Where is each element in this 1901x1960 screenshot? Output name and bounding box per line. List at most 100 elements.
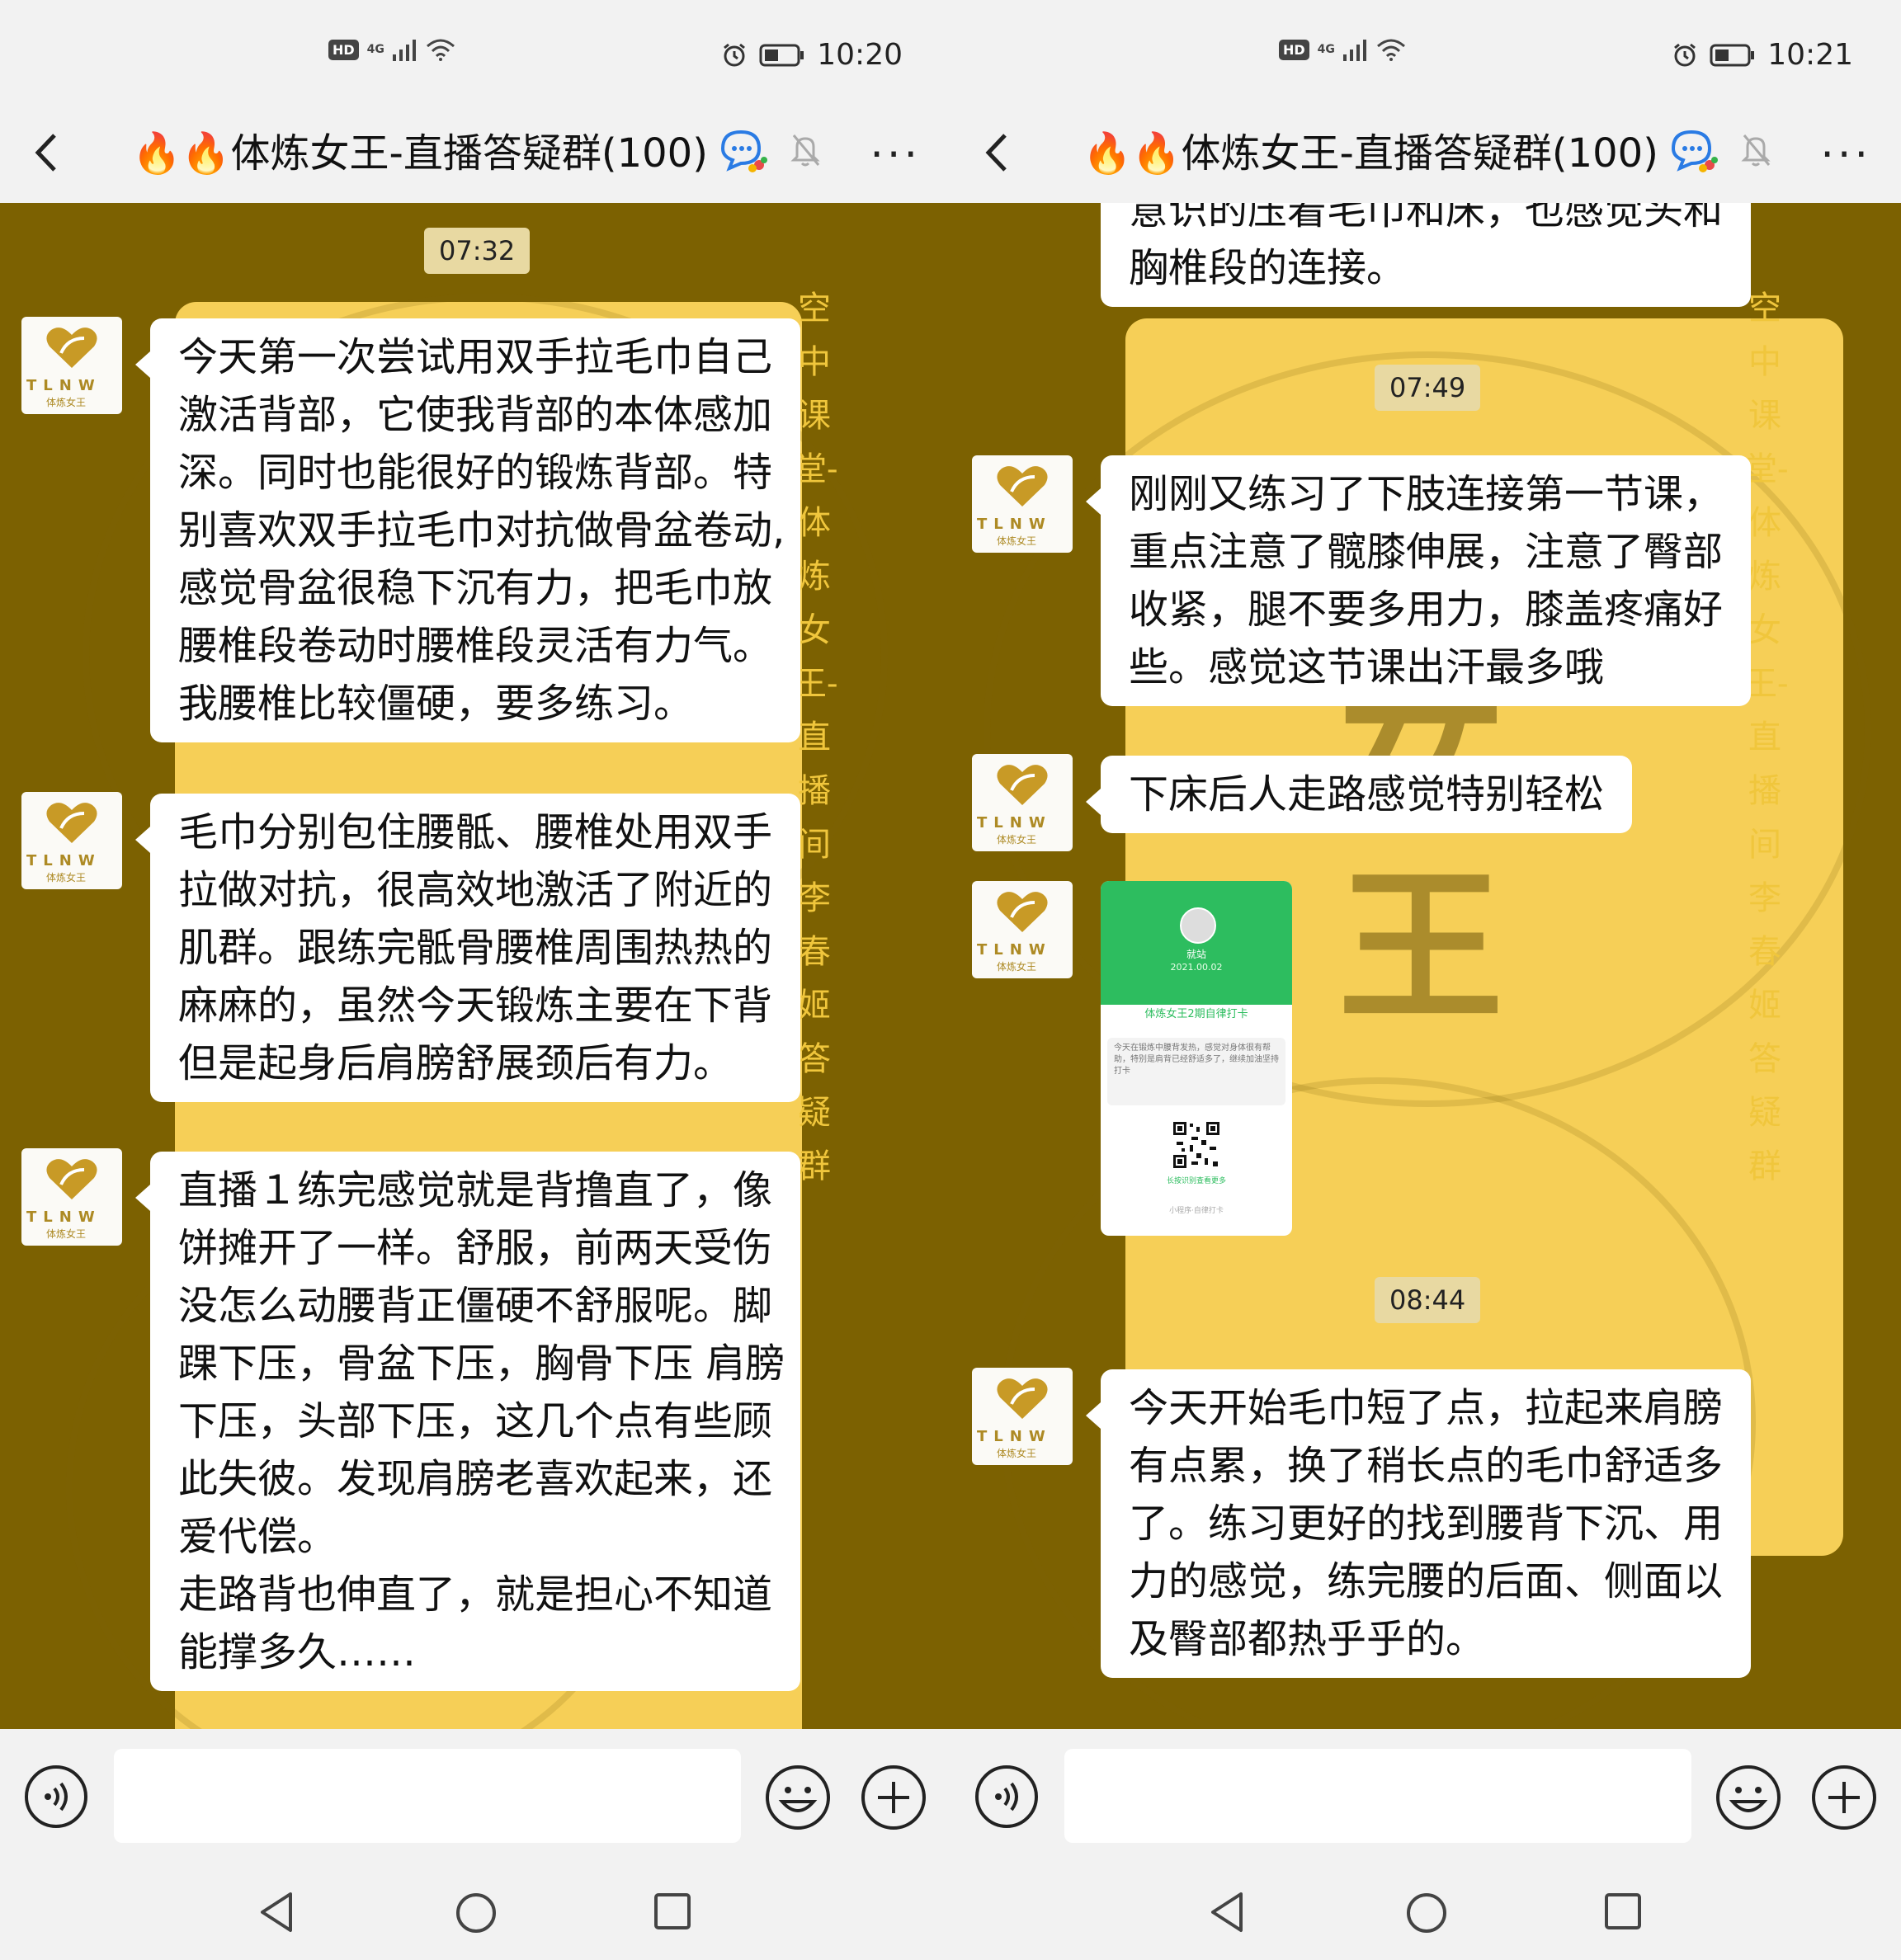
network-label: 4G (366, 43, 384, 56)
message-input[interactable] (114, 1749, 741, 1843)
message-bubble[interactable]: 直播１练完感觉就是背撸直了，像 饼摊开了一样。舒服，前两天受伤 没怎么动腰背正僵… (135, 1152, 800, 1691)
card-scan-text: 长按识别查看更多 (1166, 1177, 1226, 1185)
card-footer: 小程序·自律打卡 (1169, 1207, 1224, 1215)
message-line: 我腰椎比较僵硬，要多练习。 (178, 681, 694, 727)
avatar[interactable]: TLNW 体炼女王 (21, 1148, 122, 1246)
emoji-icon[interactable] (1715, 1764, 1782, 1831)
chat-message-area[interactable]: 炼 女 王 空中课堂-体炼女王-直播间李春姬答疑群 意识的压着毛巾和床，也感觉头… (950, 203, 1901, 1729)
message-line: 能撑多久…… (178, 1629, 417, 1675)
avatar-subtitle: 体炼女王 (997, 535, 1037, 547)
card-title: 体炼女王2期自律打卡 (1144, 1008, 1248, 1020)
message-line: 力的感觉，练完腰的后面、侧面以 (1129, 1558, 1724, 1604)
card-header: 就站 2021.00.02 (1101, 881, 1292, 1005)
voice-icon[interactable] (974, 1764, 1040, 1830)
wifi-icon (1376, 39, 1405, 61)
message-line: 有点累，换了稍长点的毛巾舒适多 (1129, 1443, 1724, 1489)
message-line: 胸椎段的连接。 (1129, 245, 1407, 291)
heart-logo-icon (46, 327, 97, 368)
chat-screen-right: HD 4G 10:21 🔥🔥体炼女王-直播答疑群(100) ··· 女 王 空中… (950, 0, 1901, 1960)
nav-back-icon[interactable] (256, 1889, 297, 1935)
system-nav-bar (950, 1864, 1901, 1960)
chevron-left-icon[interactable] (30, 124, 63, 181)
avatar-letters: TLNW (26, 852, 101, 869)
avatar-subtitle: 体炼女王 (997, 961, 1037, 973)
message-line: 没怎么动腰背正僵硬不舒服呢。脚 (178, 1283, 773, 1329)
card-profile-photo (1180, 907, 1216, 944)
nav-home-icon[interactable] (454, 1891, 498, 1935)
message-line: 感觉骨盆很稳下沉有力，把毛巾放 (178, 565, 773, 611)
bell-muted-icon (790, 134, 820, 167)
hd-badge: HD (328, 39, 359, 60)
avatar-subtitle: 体炼女王 (997, 1448, 1037, 1459)
nav-back-icon[interactable] (1206, 1889, 1248, 1935)
signal-icon (1342, 40, 1366, 61)
plus-icon[interactable] (1810, 1764, 1878, 1831)
network-label: 4G (1317, 43, 1335, 56)
message-line: 走路背也伸直了，就是担心不知道 (178, 1571, 773, 1618)
message-line: 麻麻的，虽然今天锻炼主要在下背 (178, 982, 773, 1029)
message-input-bar (0, 1729, 950, 1864)
message-line: 拉做对抗，很高效地激活了附近的 (178, 867, 773, 913)
avatar-subtitle: 体炼女王 (46, 872, 87, 883)
message-line: 毛巾分别包住腰骶、腰椎处用双手 (178, 809, 773, 855)
chat-title-bar: 🔥🔥体炼女王-直播答疑群(100) ··· (0, 107, 950, 203)
message-bubble[interactable]: 今天开始毛巾短了点，拉起来肩膀 有点累，换了稍长点的毛巾舒适多 了。练习更好的找… (1086, 1369, 1751, 1678)
heart-logo-icon (997, 466, 1048, 506)
wifi-icon (426, 39, 455, 61)
message-line: 此失彼。发现肩膀老喜欢起来，还 (178, 1456, 773, 1502)
message-line: 腰椎段卷动时腰椎段灵活有力气。 (178, 623, 773, 669)
message-line: 饼摊开了一样。舒服，前两天受伤 (178, 1225, 773, 1271)
card-username: 就站 (1186, 949, 1206, 960)
nav-home-icon[interactable] (1404, 1891, 1449, 1935)
chevron-left-icon[interactable] (980, 124, 1013, 181)
avatar-letters: TLNW (977, 941, 1052, 959)
more-dots-icon[interactable]: ··· (870, 130, 921, 180)
chat-title[interactable]: 🔥🔥体炼女王-直播答疑群(100) (1083, 120, 1658, 178)
avatar[interactable]: TLNW 体炼女王 (972, 1368, 1073, 1465)
status-bar: HD 4G 10:21 (950, 0, 1901, 107)
nav-recent-icon[interactable] (652, 1891, 693, 1932)
emoji-icon[interactable] (764, 1764, 832, 1831)
message-input[interactable] (1064, 1749, 1691, 1843)
chat-group-icon (1671, 130, 1718, 172)
message-line: 激活背部，它使我背部的本体感加 (178, 392, 773, 438)
screenshot-root: HD 4G 10:20 🔥🔥体炼女王-直播答疑群(100) ··· 空中课堂-体… (0, 0, 1901, 1960)
message-line: 下床后人走路感觉特别轻松 (1129, 771, 1605, 817)
alarm-icon (724, 43, 746, 66)
message-line: 肌群。跟练完骶骨腰椎周围热热的 (178, 925, 773, 971)
checkin-card-image[interactable]: 就站 2021.00.02 体炼女王2期自律打卡 今天在锻炼中腰背发热，感觉对身… (1101, 881, 1292, 1236)
more-dots-icon[interactable]: ··· (1820, 130, 1871, 180)
timestamp-badge: 07:32 (424, 228, 531, 274)
chat-message-area[interactable]: 王 空中课堂-体炼女王-直播间李春姬答疑群 07:32 TLNW 体炼女王 今天… (0, 203, 950, 1729)
message-bubble[interactable]: 刚刚又练习了下肢连接第一节课， 重点注意了髋膝伸展，注意了臀部 收紧，腿不要多用… (1086, 455, 1751, 706)
message-line: 意识的压着毛巾和床，也感觉头和 (1129, 203, 1724, 233)
message-bubble[interactable]: 下床后人走路感觉特别轻松 (1085, 756, 1633, 833)
message-bubble[interactable]: 意识的压着毛巾和床，也感觉头和 胸椎段的连接。 (1101, 203, 1751, 307)
avatar-letters: TLNW (977, 814, 1052, 832)
avatar-letters: TLNW (26, 377, 101, 394)
avatar[interactable]: TLNW 体炼女王 (972, 754, 1073, 851)
chat-title[interactable]: 🔥🔥体炼女王-直播答疑群(100) (132, 120, 708, 178)
system-nav-bar (0, 1864, 950, 1960)
status-bar: HD 4G 10:20 (0, 0, 950, 107)
message-bubble[interactable]: 今天第一次尝试用双手拉毛巾自己 激活背部，它使我背部的本体感加 深。同时也能很好… (135, 318, 800, 742)
nav-recent-icon[interactable] (1602, 1891, 1644, 1932)
avatar-letters: TLNW (977, 516, 1052, 533)
message-line: 今天第一次尝试用双手拉毛巾自己 (178, 334, 773, 380)
heart-logo-icon (997, 765, 1048, 805)
hd-badge: HD (1279, 39, 1309, 60)
message-bubble[interactable]: 毛巾分别包住腰骶、腰椎处用双手 拉做对抗，很高效地激活了附近的 肌群。跟练完骶骨… (135, 794, 800, 1102)
heart-logo-icon (997, 892, 1048, 932)
voice-icon[interactable] (23, 1764, 89, 1830)
avatar[interactable]: TLNW 体炼女王 (21, 317, 122, 414)
battery-icon (759, 44, 804, 66)
background-char: 王 (1338, 850, 1504, 1044)
chat-group-icon (720, 130, 767, 172)
avatar[interactable]: TLNW 体炼女王 (972, 455, 1073, 553)
alarm-icon (1674, 43, 1696, 66)
message-line: 今天开始毛巾短了点，拉起来肩膀 (1129, 1385, 1724, 1431)
avatar[interactable]: TLNW 体炼女王 (972, 881, 1073, 978)
avatar[interactable]: TLNW 体炼女王 (21, 792, 122, 889)
plus-icon[interactable] (860, 1764, 927, 1831)
message-line: 但是起身后肩膀舒展颈后有力。 (178, 1040, 734, 1086)
